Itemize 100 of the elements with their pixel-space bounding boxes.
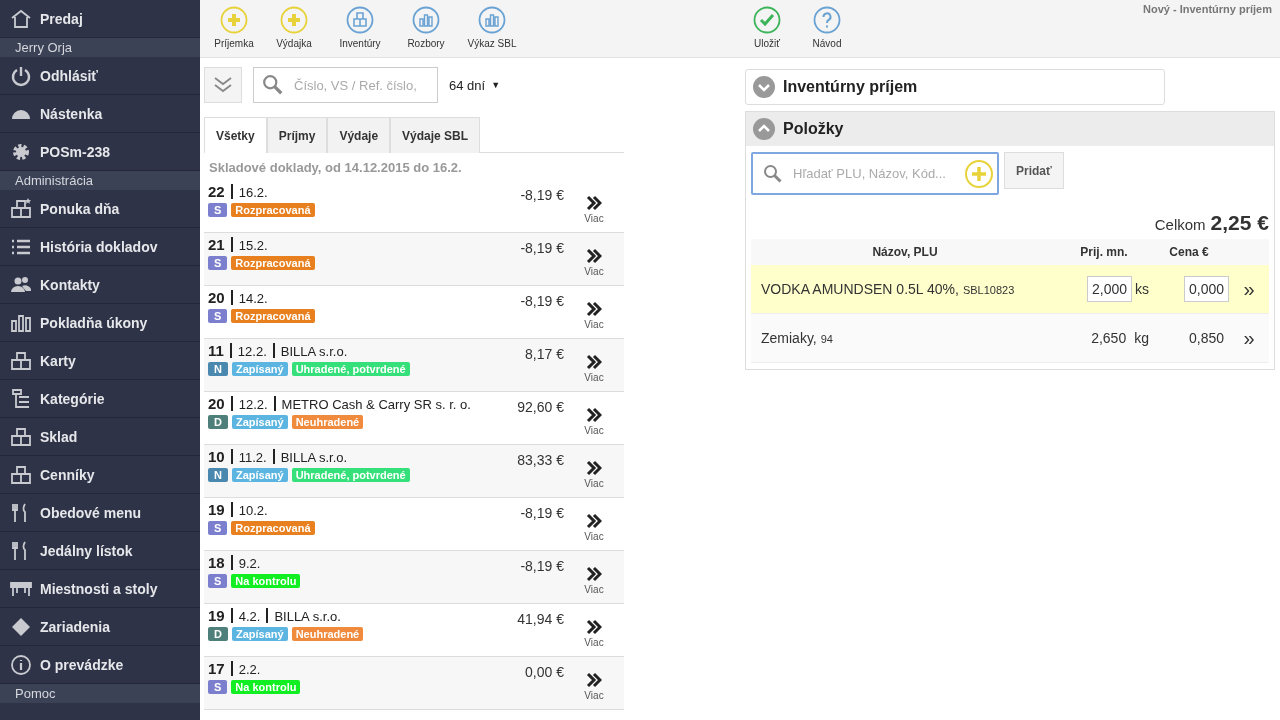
status-tag: Na kontrolu [231,680,301,694]
item-plu: SBL10823 [962,284,1015,296]
section-header[interactable]: Inventúrny príjem [745,69,1165,105]
toolbar-button[interactable]: Príjemka [212,6,256,57]
document-row[interactable]: 18 9.2. S Na kontrolu -8,19 € Viac [204,551,624,604]
sidebar-item[interactable]: Pokladňa úkony [0,304,200,342]
sidebar-item[interactable]: Cenníky [0,456,200,494]
sidebar-item[interactable]: Zariadenia [0,608,200,646]
period-dropdown[interactable]: 64 dní ▼ [449,77,501,93]
document-date: 12.2. [237,344,267,359]
sidebar-item[interactable]: Ponuka dňa [0,190,200,228]
more-button[interactable]: Viac [564,501,624,550]
quantity-field[interactable]: 2,000 [1086,276,1132,302]
sidebar-item[interactable]: História dokladov [0,228,200,266]
double-chevron-icon [586,407,602,423]
sidebar-item[interactable]: Obedové menu [0,494,200,532]
page-title: Nový - Inventúrny príjem [1143,3,1272,15]
more-button[interactable]: Viac [564,660,624,709]
price: 0,850 [1187,329,1225,348]
double-chevron-icon [586,619,602,635]
toolbar-button[interactable]: Uložiť [745,6,789,57]
house-icon [10,7,32,30]
tab[interactable]: Výdaje [327,117,391,153]
search-icon [262,74,284,96]
tab[interactable]: Príjmy [266,117,328,153]
sidebar-item[interactable]: Sklad [0,418,200,456]
more-button[interactable]: Viac [564,554,624,603]
separator [230,608,233,623]
separator [230,290,233,305]
toolbar-button[interactable]: Výdajka [272,6,316,57]
collapse-icon[interactable] [753,118,775,140]
sidebar-section-heading: Administrácia [0,171,200,190]
status-tag: Zapísaný [231,468,288,482]
sidebar-section-heading: Pomoc [0,684,200,703]
separator [273,396,276,411]
more-button[interactable]: Viac [564,607,624,656]
sidebar-item[interactable]: Nástenka [0,95,200,133]
toolbar-button[interactable]: Návod [805,6,849,57]
document-row[interactable]: 11 12.2. BILLA s.r.o. N Zapísaný Uhradené, potvrdené 8,17 € Viac [204,339,624,392]
document-number: 18 [208,554,225,571]
item-row[interactable]: Zemiaky, 94 2,650 kg 0,850 » [751,314,1269,363]
expand-icon[interactable] [753,76,775,98]
boxes-icon [10,197,32,220]
toolbar-button[interactable]: Výkaz SBL [464,6,520,57]
double-chevron-icon [212,75,234,95]
info-icon [10,653,32,676]
more-button[interactable]: » [1243,277,1255,301]
total-label: Celkom [1154,216,1206,233]
status-tag: Zapísaný [231,362,288,376]
more-button[interactable]: Viac [564,183,624,232]
document-row[interactable]: 17 2.2. S Na kontrolu 0,00 € Viac [204,657,624,710]
item-row[interactable]: VODKA AMUNDSEN 0.5L 40%, SBL10823 2,000 ks 0,000 » [751,265,1269,314]
price-field[interactable]: 0,000 [1183,276,1229,302]
double-chevron-icon [586,460,602,476]
sidebar-item[interactable]: Jedálny lístok [0,532,200,570]
add-button[interactable]: Pridať [1004,152,1064,189]
document-date: 10.2. [238,503,268,518]
more-button[interactable]: Viac [564,342,624,391]
status-tag: Na kontrolu [231,574,301,588]
tab[interactable]: Všetky [204,117,267,153]
panel-title: Položky [783,120,844,138]
amount: -8,19 € [519,557,564,576]
amount: -8,19 € [519,186,564,205]
sidebar-item[interactable]: Kontakty [0,266,200,304]
item-plu: 94 [820,333,833,345]
more-button[interactable]: Viac [564,289,624,338]
more-button[interactable]: Viac [564,236,624,285]
column-header: Cena € [1168,245,1210,259]
more-button[interactable]: Viac [564,448,624,497]
search-box[interactable]: Číslo, VS / Ref. číslo, [253,67,438,103]
toolbar-button[interactable]: Rozbory [404,6,448,57]
collapse-button[interactable] [204,67,242,103]
type-tag: S [208,521,228,535]
check-icon [753,6,781,34]
document-number: 21 [208,236,225,253]
document-row[interactable]: 10 11.2. BILLA s.r.o. N Zapísaný Uhradené, potvrdené 83,33 € Viac [204,445,624,498]
separator [266,608,269,623]
separator [230,555,233,570]
tree-icon [10,387,32,410]
document-number: 17 [208,660,225,677]
partner-name: BILLA s.r.o. [274,609,341,624]
sidebar-item[interactable]: Odhlásiť [0,57,200,95]
more-button[interactable]: » [1243,326,1255,350]
sidebar-item[interactable]: Miestnosti a stoly [0,570,200,608]
separator [230,184,233,199]
amount: -8,19 € [519,504,564,523]
more-button[interactable]: Viac [564,395,624,444]
separator [230,396,233,411]
item-search-box[interactable]: Hľadať PLU, Názov, Kód... [751,152,999,195]
list-heading: Skladové doklady, od 14.12.2015 do 16.2. [208,159,463,177]
plus-icon[interactable] [964,158,994,189]
sidebar-item[interactable]: Kategórie [0,380,200,418]
toolbar-button[interactable]: Inventúry [332,6,388,57]
amount: -8,19 € [519,239,564,258]
plus-icon [280,6,308,34]
tab[interactable]: Výdaje SBL [390,117,481,153]
total-value: 2,25 € [1210,211,1269,235]
document-row[interactable]: 21 15.2. S Rozpracovaná -8,19 € Viac [204,233,624,286]
document-date: 2.2. [238,662,261,677]
sidebar-item[interactable]: Karty [0,342,200,380]
